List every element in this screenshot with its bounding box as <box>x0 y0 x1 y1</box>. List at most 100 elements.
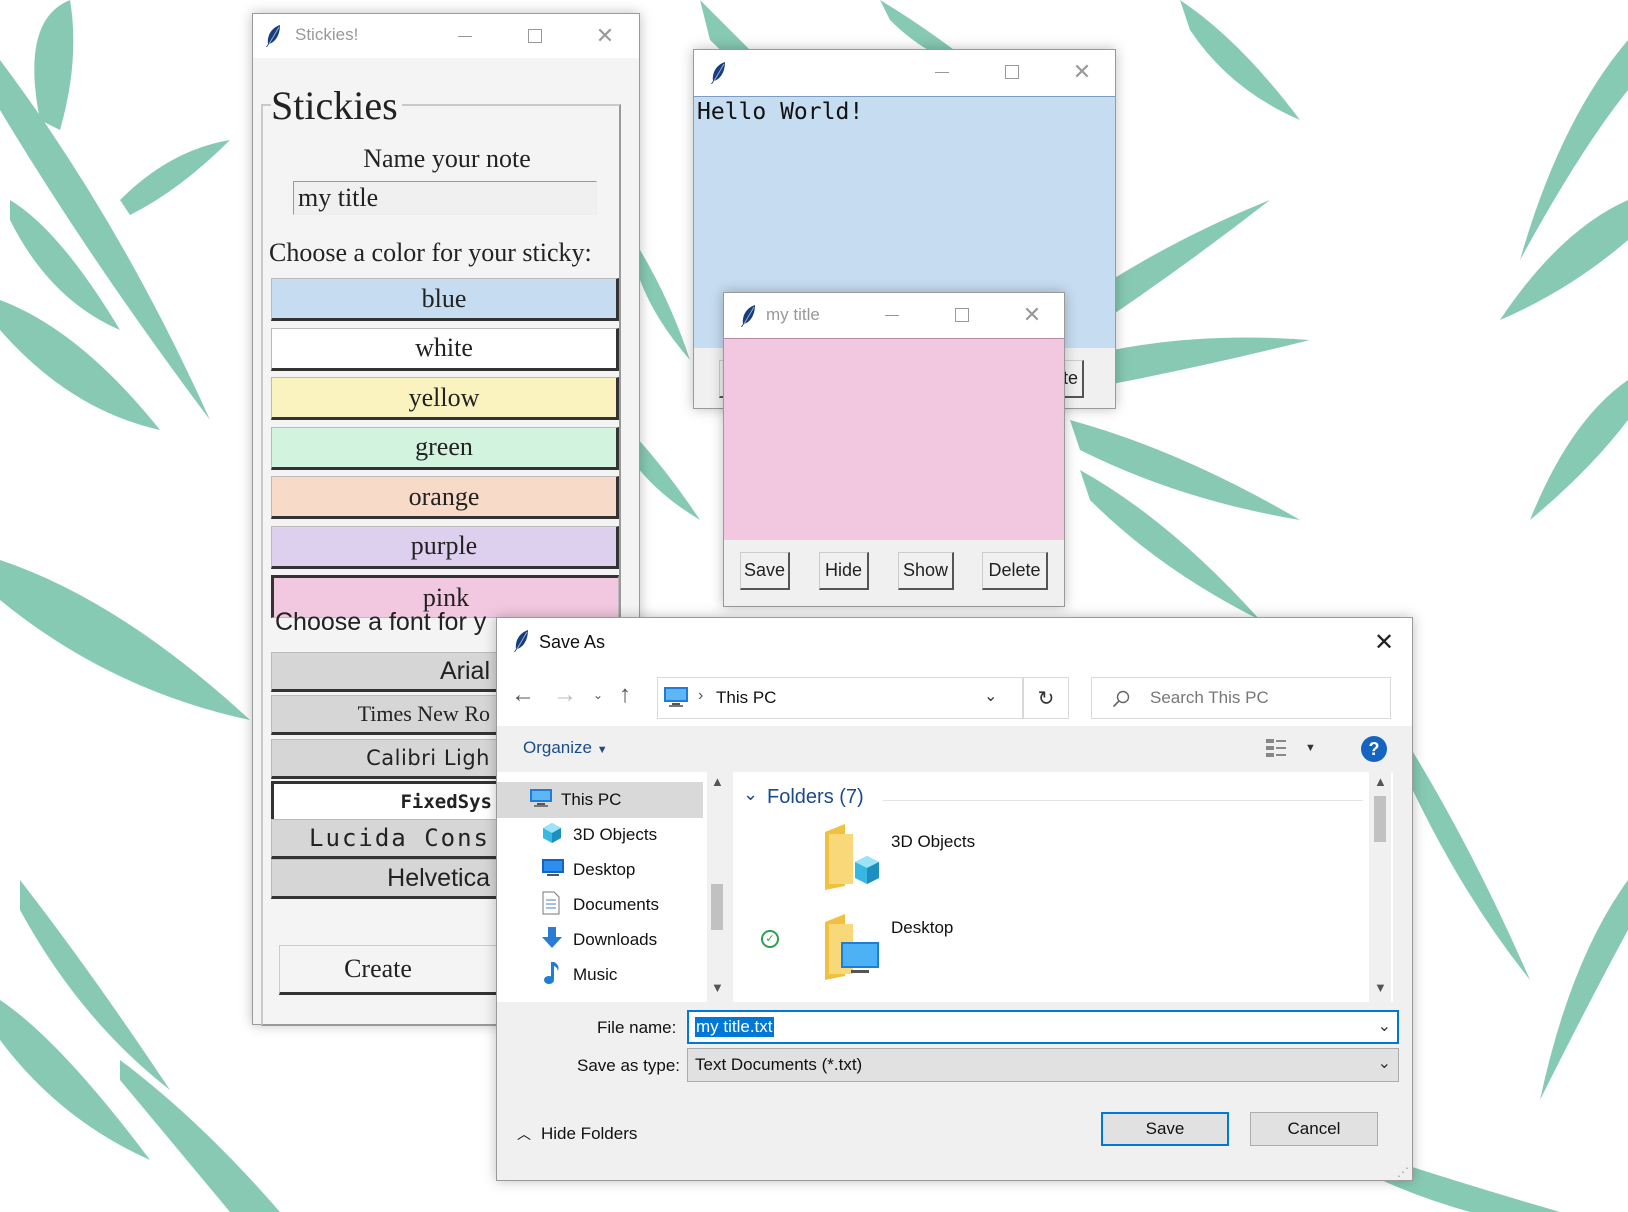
hide-folders-button[interactable]: ︿ Hide Folders <box>517 1124 637 1144</box>
hide-button[interactable]: Hide <box>819 552 869 590</box>
folder-desktop-icon <box>825 914 879 980</box>
color-button-blue[interactable]: blue <box>271 278 619 321</box>
nav-item-label: Documents <box>573 895 659 914</box>
save-button[interactable]: Save <box>1101 1112 1229 1146</box>
folder-label: Desktop <box>891 918 954 937</box>
maximize-button[interactable] <box>515 20 555 52</box>
breadcrumb-separator-icon: › <box>698 687 704 704</box>
hide-button-label: Hide <box>824 560 863 580</box>
caret-down-icon: ▼ <box>596 744 608 756</box>
nav-scrollbar[interactable]: ▲ ▼ <box>707 772 727 1002</box>
nav-item-music[interactable]: Music <box>541 958 617 992</box>
scroll-up-icon[interactable]: ▲ <box>1374 774 1387 789</box>
font-button-fixedsys[interactable]: FixedSys <box>271 781 501 821</box>
nav-item-this-pc[interactable]: This PC <box>529 783 621 817</box>
scroll-thumb[interactable] <box>711 884 723 930</box>
forward-button[interactable]: → <box>553 682 579 708</box>
close-icon: ✕ <box>595 23 615 48</box>
recent-locations-button[interactable]: ⌄ <box>593 682 609 708</box>
maximize-button[interactable] <box>942 299 982 331</box>
close-button[interactable]: ✕ <box>585 20 625 52</box>
minimize-button[interactable] <box>922 56 962 88</box>
resize-grip-icon[interactable]: ⋰ <box>1397 1165 1409 1179</box>
color-button-orange[interactable]: orange <box>271 476 619 519</box>
color-button-label: purple <box>410 531 478 560</box>
font-button-arial[interactable]: Arial <box>271 652 501 692</box>
cancel-button[interactable]: Cancel <box>1250 1112 1378 1146</box>
color-button-white[interactable]: white <box>271 327 619 371</box>
color-button-purple[interactable]: purple <box>271 525 619 569</box>
maximize-icon <box>528 29 542 43</box>
note-text-area[interactable] <box>724 338 1064 541</box>
help-button[interactable]: ? <box>1361 736 1387 762</box>
name-label: Name your note <box>363 144 531 173</box>
back-button[interactable]: ← <box>511 682 537 708</box>
search-icon <box>1112 690 1130 708</box>
nav-item-label: Downloads <box>573 930 658 949</box>
feather-icon <box>514 630 528 652</box>
feather-icon <box>741 305 755 327</box>
color-label: Choose a color for your sticky: <box>269 238 592 267</box>
delete-button-label: Delete <box>988 560 1041 580</box>
refresh-button[interactable]: ↻ <box>1023 677 1069 719</box>
color-button-label: white <box>415 333 473 362</box>
font-button-times-new-ro[interactable]: Times New Ro <box>271 695 501 735</box>
save-type-select[interactable]: Text Documents (*.txt) ⌄ <box>687 1048 1399 1082</box>
organize-button[interactable]: Organize ▼ <box>523 738 608 758</box>
address-bar[interactable]: › This PC ⌄ <box>657 677 1023 719</box>
font-button-label: Arial <box>439 656 490 685</box>
maximize-button[interactable] <box>992 56 1032 88</box>
chevron-down-icon[interactable]: ⌄ <box>984 686 997 706</box>
up-button[interactable]: ↑ <box>619 681 645 709</box>
chevron-down-icon: ⌄ <box>593 688 604 702</box>
minimize-icon <box>458 35 472 37</box>
color-button-green[interactable]: green <box>271 426 619 470</box>
nav-row: ← → ⌄ ↑ › This PC ⌄ ↻ Search This PC <box>497 666 1412 726</box>
dialog-title-bar[interactable]: Save As ✕ <box>497 618 1412 666</box>
search-placeholder: Search This PC <box>1150 688 1269 707</box>
sync-status-icon: ✓ <box>761 930 779 948</box>
font-button-label: FixedSys <box>400 791 492 813</box>
computer-icon <box>529 788 557 813</box>
title-bar[interactable]: Stickies! ✕ <box>253 14 639 58</box>
save-button[interactable]: Save <box>740 552 790 590</box>
view-options-button[interactable]: ▼ <box>1265 738 1321 762</box>
minimize-button[interactable] <box>872 299 912 331</box>
desktop-icon <box>541 858 569 883</box>
minimize-icon <box>885 314 899 316</box>
group-header: Folders (7) <box>767 786 864 808</box>
font-button-label: Calibri Ligh <box>366 746 490 770</box>
scroll-thumb[interactable] <box>1374 796 1386 842</box>
nav-item-downloads[interactable]: Downloads <box>541 923 657 957</box>
chevron-down-icon[interactable]: ⌄ <box>1378 1016 1391 1036</box>
title-bar[interactable]: ✕ <box>694 50 1115 96</box>
nav-item-desktop[interactable]: Desktop <box>541 853 635 887</box>
content-scrollbar[interactable]: ▲ ▼ <box>1369 772 1391 1002</box>
font-button-calibri-ligh[interactable]: Calibri Ligh <box>271 739 501 779</box>
chevron-down-icon[interactable]: ⌄ <box>743 784 758 805</box>
delete-button[interactable]: Delete <box>982 552 1048 590</box>
folder-label: 3D Objects <box>891 832 976 851</box>
file-name-field[interactable]: my title.txt ⌄ <box>687 1010 1399 1044</box>
close-button[interactable]: ✕ <box>1062 56 1102 88</box>
folder-item-desktop[interactable]: Desktop <box>823 912 1023 992</box>
close-button[interactable]: ✕ <box>1012 299 1052 331</box>
scroll-down-icon[interactable]: ▼ <box>711 980 724 995</box>
up-arrow-icon: ↑ <box>619 681 631 708</box>
file-name-label: File name: <box>597 1018 677 1037</box>
search-box[interactable]: Search This PC <box>1091 677 1391 719</box>
scroll-down-icon[interactable]: ▼ <box>1374 980 1387 995</box>
title-bar[interactable]: my title ✕ <box>724 293 1064 338</box>
folder-item-3d-objects[interactable]: 3D Objects <box>823 822 1023 902</box>
show-button[interactable]: Show <box>898 552 954 590</box>
minimize-button[interactable] <box>445 20 485 52</box>
color-button-yellow[interactable]: yellow <box>271 377 619 420</box>
font-button-helvetica[interactable]: Helvetica <box>271 859 501 899</box>
nav-item-documents[interactable]: Documents <box>541 888 659 922</box>
note-name-input[interactable] <box>293 181 597 215</box>
nav-item-3d-objects[interactable]: 3D Objects <box>541 818 657 852</box>
font-button-lucida-cons[interactable]: Lucida Cons <box>271 819 501 859</box>
scroll-up-icon[interactable]: ▲ <box>711 774 724 789</box>
close-button[interactable]: ✕ <box>1364 624 1404 660</box>
save-button-label: Save <box>1145 1119 1185 1138</box>
